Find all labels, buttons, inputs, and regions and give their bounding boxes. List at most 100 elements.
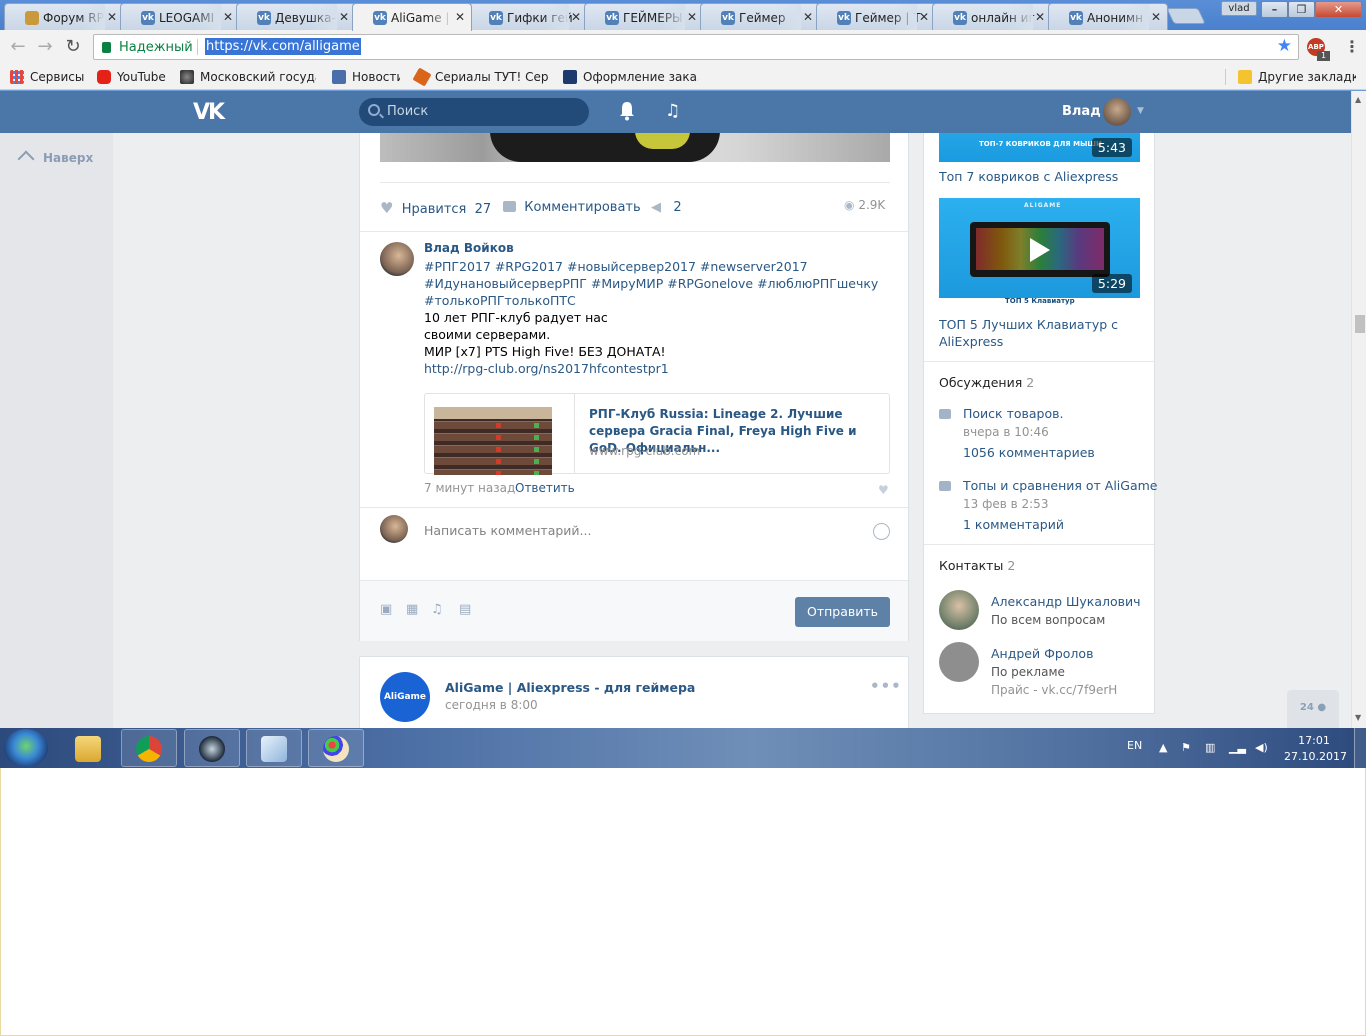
comment-like-heart-icon[interactable]: ♥ <box>878 483 889 497</box>
close-icon[interactable]: ✕ <box>571 10 581 24</box>
tab-anonim[interactable]: vk Анонимн ✕ <box>1048 3 1168 30</box>
reply-link[interactable]: Ответить <box>515 481 575 495</box>
url-text[interactable]: https://vk.com/alligame <box>205 38 361 55</box>
user-name[interactable]: Влад <box>1062 104 1101 119</box>
bell-icon[interactable] <box>619 101 635 121</box>
like-button[interactable]: ♥ Нравится 27 <box>380 199 491 217</box>
bookmark-other[interactable]: Другие закладки <box>1236 68 1356 86</box>
explorer-taskbar-button[interactable] <box>60 729 116 767</box>
action-center-icon[interactable]: ⚑ <box>1181 741 1193 755</box>
avatar[interactable]: AliGame <box>380 672 430 722</box>
close-icon[interactable]: ✕ <box>339 10 349 24</box>
music-icon[interactable]: ♫ <box>665 101 680 121</box>
show-desktop-button[interactable] <box>1354 728 1366 768</box>
discussion-comments[interactable]: 1056 комментариев <box>963 445 1095 460</box>
discussion-title[interactable]: Топы и сравнения от AliGame <box>963 478 1158 493</box>
close-icon[interactable]: ✕ <box>223 10 233 24</box>
document-icon[interactable]: ▤ <box>459 602 471 617</box>
close-icon[interactable]: ✕ <box>803 10 813 24</box>
comment-hashtags[interactable]: #толькоРПГтолькоПТС <box>424 293 576 308</box>
bookmark-star-icon[interactable]: ★ <box>1277 36 1292 56</box>
new-tab-button[interactable] <box>1166 8 1206 24</box>
volume-icon[interactable]: ◀) <box>1255 741 1268 755</box>
tab-geimery[interactable]: vk ГЕЙМЕРЫ ✕ <box>584 3 704 30</box>
comment-link[interactable]: http://rpg-club.org/ns2017hfcontestpr1 <box>424 361 669 376</box>
bookmark-youtube[interactable]: YouTube <box>95 68 170 86</box>
close-icon[interactable]: ✕ <box>1035 10 1045 24</box>
network-icon[interactable]: ▁▃ <box>1229 741 1246 755</box>
close-icon[interactable]: ✕ <box>687 10 697 24</box>
vk-logo-icon[interactable]: VK <box>193 100 225 125</box>
send-button[interactable]: Отправить <box>795 597 890 627</box>
video-title[interactable]: ТОП 5 Лучших Клавиатур с <box>939 317 1118 332</box>
search-input[interactable]: Поиск <box>359 98 589 126</box>
tab-gifki[interactable]: vk Гифки гей ✕ <box>468 3 588 30</box>
bookmark-order[interactable]: Оформление заказа <box>561 68 698 86</box>
contact-name[interactable]: Андрей Фролов <box>991 646 1093 661</box>
close-icon[interactable]: ✕ <box>107 10 117 24</box>
scroll-down-arrow-icon[interactable]: ▼ <box>1355 713 1361 722</box>
reload-icon[interactable]: ↻ <box>63 37 83 57</box>
browser-menu-icon[interactable]: ⋮ <box>1344 37 1360 56</box>
scroll-up-arrow-icon[interactable]: ▲ <box>1355 95 1361 104</box>
bookmark-news[interactable]: Новости <box>330 68 400 86</box>
comment-button[interactable]: Комментировать <box>503 199 641 217</box>
link-preview-card[interactable]: РПГ-Клуб Russia: Lineage 2. Лучшие серве… <box>424 393 890 475</box>
close-icon[interactable]: ✕ <box>919 10 929 24</box>
profile-badge[interactable]: vlad <box>1221 1 1257 16</box>
maximize-button[interactable]: ❐ <box>1288 1 1315 18</box>
discussion-comments[interactable]: 1 комментарий <box>963 517 1064 532</box>
comment-time[interactable]: 7 минут назад <box>424 481 515 495</box>
discussions-header[interactable]: Обсуждения 2 <box>939 375 1034 390</box>
comment-hashtags[interactable]: #РПГ2017 #RPG2017 #новыйсервер2017 #news… <box>424 259 808 274</box>
tab-geimer[interactable]: vk Геймер ✕ <box>700 3 820 30</box>
address-bar[interactable]: Надежный https://vk.com/alligame ★ <box>93 34 1299 60</box>
more-icon[interactable]: ••• <box>870 677 902 695</box>
tab-devushka[interactable]: vk Девушка- ✕ <box>236 3 356 30</box>
tab-geimer-t[interactable]: vk Геймер | Т ✕ <box>816 3 936 30</box>
scrollbar[interactable]: ▲ ▼ <box>1351 91 1366 728</box>
bookmark-moscow[interactable]: Московский государ <box>178 68 316 86</box>
tab-leogami[interactable]: vk LEOGAMI ✕ <box>120 3 240 30</box>
camera-icon[interactable]: ▣ <box>380 602 392 617</box>
tab-forum-rp[interactable]: Форум RP ✕ <box>4 3 124 30</box>
video-thumbnail[interactable]: ALIGAME ТОП 5 Клавиатур 5:29 <box>939 198 1140 305</box>
comment-input[interactable]: Написать комментарий... <box>424 523 591 538</box>
avatar[interactable] <box>939 590 979 630</box>
video-title[interactable]: AliExpress <box>939 334 1003 349</box>
language-indicator[interactable]: EN <box>1127 739 1142 752</box>
comment-author[interactable]: Влад Войков <box>424 241 514 255</box>
notepad-taskbar-button[interactable] <box>246 729 302 767</box>
paint-taskbar-button[interactable] <box>308 729 364 767</box>
video-title[interactable]: Топ 7 ковриков с Aliexpress <box>939 169 1118 184</box>
contact-name[interactable]: Александр Шукалович <box>991 594 1141 609</box>
scroll-thumb[interactable] <box>1355 315 1365 333</box>
contacts-header[interactable]: Контакты 2 <box>939 558 1015 573</box>
bookmark-services[interactable]: Сервисы <box>8 68 88 86</box>
share-button[interactable]: ◀ 2 <box>651 199 682 217</box>
tab-aligame[interactable]: vk AliGame | ✕ <box>352 3 472 31</box>
chrome-taskbar-button[interactable] <box>121 729 177 767</box>
tab-online-igry[interactable]: vk онлайн иг ✕ <box>932 3 1052 30</box>
steam-taskbar-button[interactable] <box>184 729 240 767</box>
online-friends-badge[interactable]: 24 ● <box>1287 690 1339 728</box>
comment-hashtags[interactable]: #ИдунановыйсерверРПГ #МируМИР #RPGonelov… <box>424 276 878 291</box>
device-icon[interactable]: ▥ <box>1205 741 1217 755</box>
close-icon[interactable]: ✕ <box>455 10 465 24</box>
close-icon[interactable]: ✕ <box>1151 10 1161 24</box>
smile-icon[interactable] <box>873 523 890 540</box>
system-clock[interactable]: 17:01 27.10.2017 <box>1284 733 1347 765</box>
bookmark-serials[interactable]: Сериалы ТУТ! Сериа <box>413 68 548 86</box>
post-author[interactable]: AliGame | Aliexpress - для геймера <box>445 680 695 695</box>
window-close-button[interactable]: ✕ <box>1315 1 1362 18</box>
avatar[interactable] <box>380 242 414 276</box>
minimize-button[interactable]: – <box>1261 1 1288 18</box>
music-icon[interactable]: ♫ <box>431 602 443 617</box>
post-time[interactable]: сегодня в 8:00 <box>445 698 538 712</box>
chevron-down-icon[interactable]: ▼ <box>1137 106 1144 116</box>
tray-expand-icon[interactable]: ▲ <box>1159 741 1171 755</box>
video-icon[interactable]: ▦ <box>406 602 418 617</box>
windows-start-icon[interactable] <box>4 729 48 767</box>
avatar[interactable] <box>1103 98 1131 126</box>
back-to-top-panel[interactable]: Наверх <box>0 133 113 728</box>
